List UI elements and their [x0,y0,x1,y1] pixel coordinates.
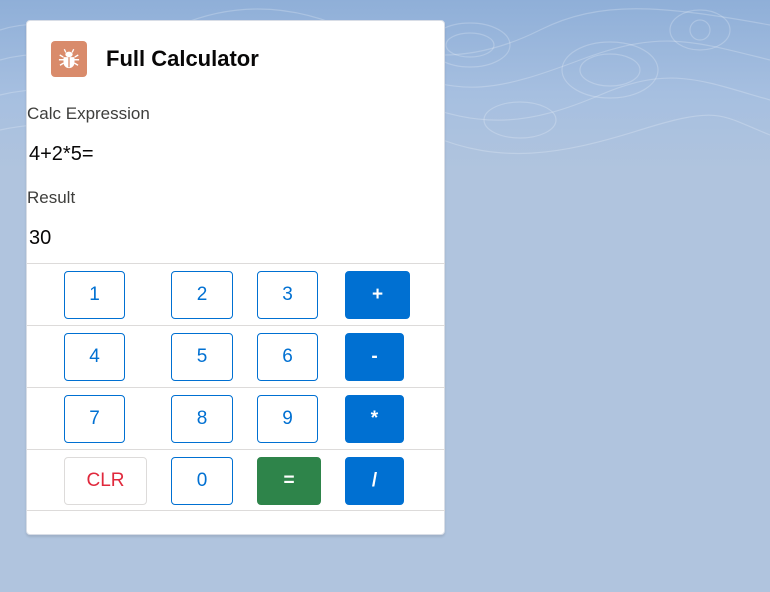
multiply-button[interactable]: * [345,395,404,443]
keypad-row: CLR 0 = / [27,449,445,511]
equals-button[interactable]: = [257,457,321,505]
clear-button[interactable]: CLR [64,457,147,505]
digit-9-button[interactable]: 9 [257,395,318,443]
card-header: Full Calculator [51,41,259,77]
digit-4-button[interactable]: 4 [64,333,125,381]
divide-button[interactable]: / [345,457,404,505]
digit-0-button[interactable]: 0 [171,457,233,505]
digit-6-button[interactable]: 6 [257,333,318,381]
keypad: 1 2 3 + 4 5 6 - 7 8 9 * CLR 0 = / [27,263,445,511]
keypad-row: 4 5 6 - [27,325,445,387]
digit-5-button[interactable]: 5 [171,333,233,381]
result-value: 30 [29,227,52,249]
calculator-card: Full Calculator Calc Expression 4+2*5= R… [26,20,445,535]
digit-1-button[interactable]: 1 [64,271,125,319]
add-button[interactable]: + [345,271,410,319]
result-label: Result [27,188,76,207]
subtract-button[interactable]: - [345,333,404,381]
expression-value: 4+2*5= [29,143,94,165]
digit-7-button[interactable]: 7 [64,395,125,443]
bug-icon [51,41,87,77]
card-title: Full Calculator [106,46,259,71]
expression-label: Calc Expression [27,104,150,123]
keypad-row: 1 2 3 + [27,263,445,325]
keypad-row: 7 8 9 * [27,387,445,449]
digit-3-button[interactable]: 3 [257,271,318,319]
digit-2-button[interactable]: 2 [171,271,233,319]
digit-8-button[interactable]: 8 [171,395,233,443]
